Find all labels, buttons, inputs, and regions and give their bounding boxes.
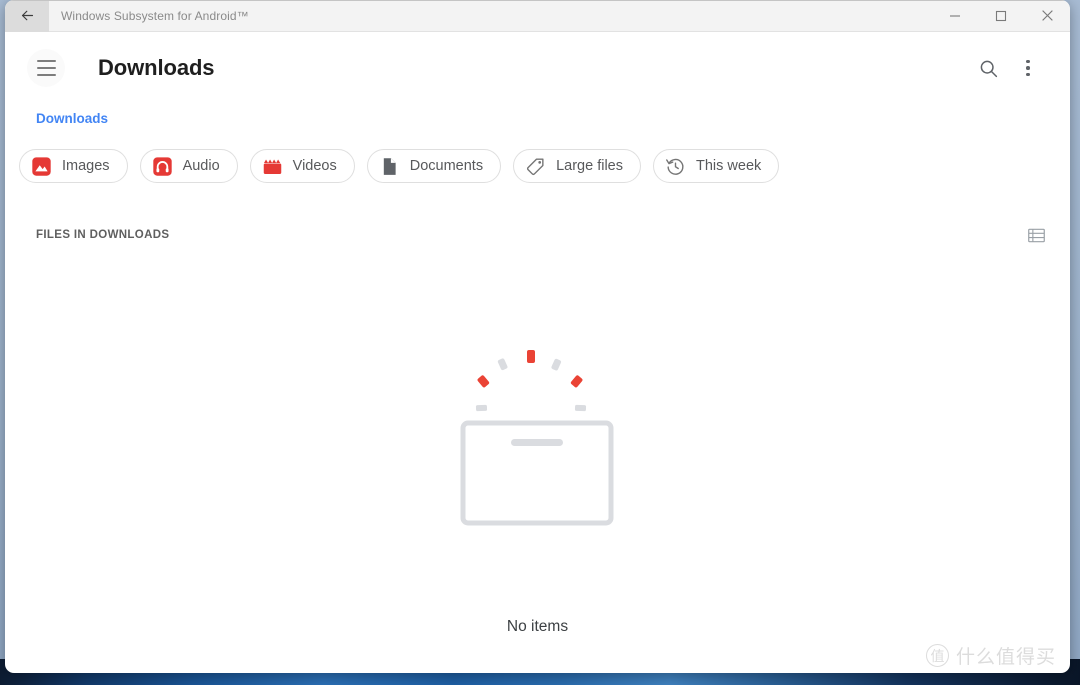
filter-chip-images[interactable]: Images bbox=[19, 149, 128, 183]
search-button[interactable] bbox=[968, 48, 1008, 88]
headphones-icon bbox=[152, 156, 172, 176]
app-window: Windows Subsystem for Android™ Downloads bbox=[5, 0, 1070, 673]
hamburger-menu-button[interactable] bbox=[27, 49, 65, 87]
back-arrow-icon bbox=[21, 10, 33, 21]
search-icon bbox=[980, 60, 997, 77]
close-icon bbox=[1041, 10, 1053, 21]
section-label: FILES IN DOWNLOADS bbox=[36, 229, 170, 241]
close-button[interactable] bbox=[1024, 0, 1070, 32]
empty-state: No items bbox=[5, 249, 1070, 649]
maximize-button[interactable] bbox=[978, 0, 1024, 32]
empty-state-message: No items bbox=[506, 618, 569, 635]
box-handle bbox=[510, 439, 563, 446]
window-title: Windows Subsystem for Android™ bbox=[61, 8, 249, 23]
list-view-icon bbox=[1027, 228, 1045, 242]
overflow-menu-button[interactable] bbox=[1008, 48, 1048, 88]
filter-chip-audio[interactable]: Audio bbox=[139, 149, 238, 183]
filter-chip-row: Images Audio Videos Documents Large file… bbox=[5, 132, 1070, 183]
confetti-piece bbox=[497, 358, 507, 371]
filter-chip-label: This week bbox=[695, 158, 762, 174]
box-outline bbox=[460, 420, 613, 526]
filter-chip-label: Audio bbox=[182, 158, 220, 174]
filter-chip-large-files[interactable]: Large files bbox=[513, 149, 641, 183]
breadcrumb-item-downloads[interactable]: Downloads bbox=[36, 111, 108, 126]
page-title: Downloads bbox=[98, 55, 215, 80]
breadcrumb: Downloads bbox=[5, 104, 1070, 132]
tag-icon bbox=[527, 157, 544, 175]
section-header-row: FILES IN DOWNLOADS bbox=[5, 183, 1070, 249]
more-vertical-icon bbox=[1026, 58, 1030, 78]
view-toggle-button[interactable] bbox=[1022, 221, 1050, 249]
clapperboard-icon bbox=[263, 159, 281, 174]
minimize-icon bbox=[950, 14, 960, 17]
minimize-button[interactable] bbox=[932, 0, 978, 32]
title-bar: Windows Subsystem for Android™ bbox=[5, 0, 1070, 32]
confetti-piece bbox=[574, 404, 586, 412]
confetti-piece bbox=[526, 350, 535, 363]
filter-chip-label: Images bbox=[62, 158, 110, 174]
filter-chip-this-week[interactable]: This week bbox=[652, 149, 780, 183]
filter-chip-label: Documents bbox=[409, 158, 484, 174]
filter-chip-label: Videos bbox=[292, 158, 337, 174]
filter-chip-videos[interactable]: Videos bbox=[249, 149, 355, 183]
confetti-piece bbox=[550, 358, 561, 371]
confetti-piece bbox=[475, 404, 487, 412]
history-icon bbox=[666, 158, 684, 175]
filter-chip-documents[interactable]: Documents bbox=[366, 149, 502, 183]
confetti-piece bbox=[477, 375, 489, 388]
filter-chip-label: Large files bbox=[556, 158, 623, 174]
empty-box-confetti-illustration bbox=[460, 350, 613, 526]
app-header: Downloads bbox=[5, 32, 1070, 104]
hamburger-menu-icon bbox=[36, 58, 56, 79]
confetti-piece bbox=[570, 375, 582, 388]
maximize-icon bbox=[995, 10, 1007, 21]
document-icon bbox=[383, 157, 396, 175]
back-button[interactable] bbox=[5, 0, 49, 32]
image-icon bbox=[32, 156, 51, 176]
